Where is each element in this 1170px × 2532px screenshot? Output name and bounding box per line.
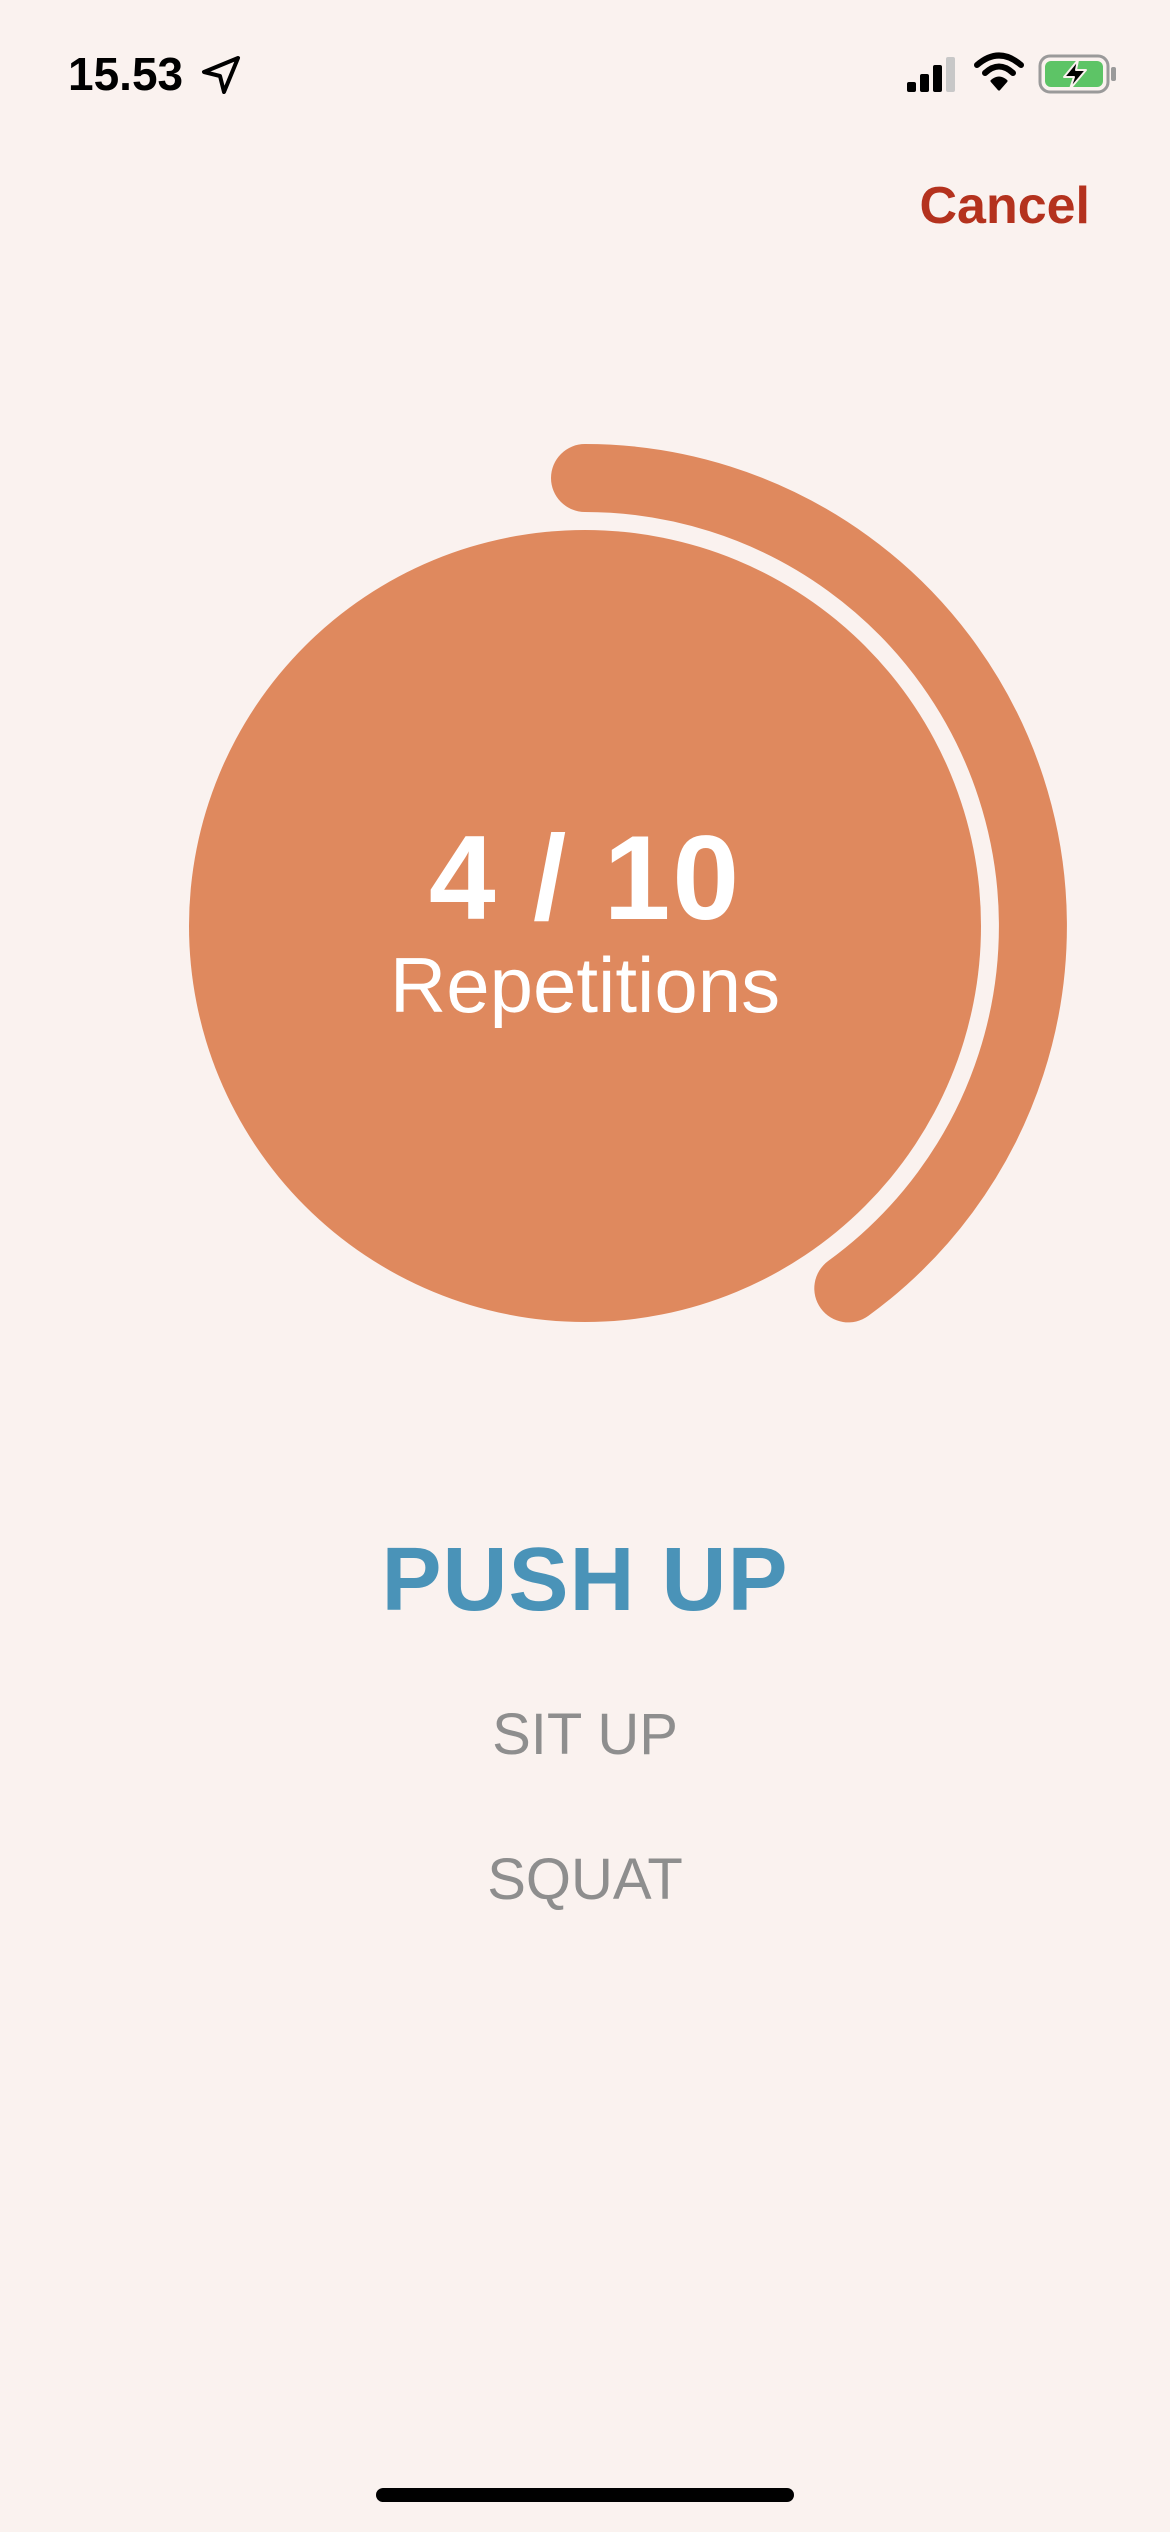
counter-text: 4 / 10 Repetitions bbox=[185, 808, 985, 1030]
exercise-option-sit-up[interactable]: SIT UP bbox=[0, 1700, 1170, 1770]
rep-count: 4 / 10 bbox=[428, 811, 742, 945]
exercise-option-squat[interactable]: SQUAT bbox=[0, 1845, 1170, 1915]
home-indicator[interactable] bbox=[376, 2488, 794, 2502]
rep-progress: 4 / 10 Repetitions bbox=[0, 0, 1170, 1400]
rep-label: Repetitions bbox=[389, 941, 781, 1029]
exercise-selected[interactable]: PUSH UP bbox=[0, 1520, 1170, 1640]
exercise-picker[interactable]: PUSH UP SIT UP SQUAT bbox=[0, 1520, 1170, 1915]
